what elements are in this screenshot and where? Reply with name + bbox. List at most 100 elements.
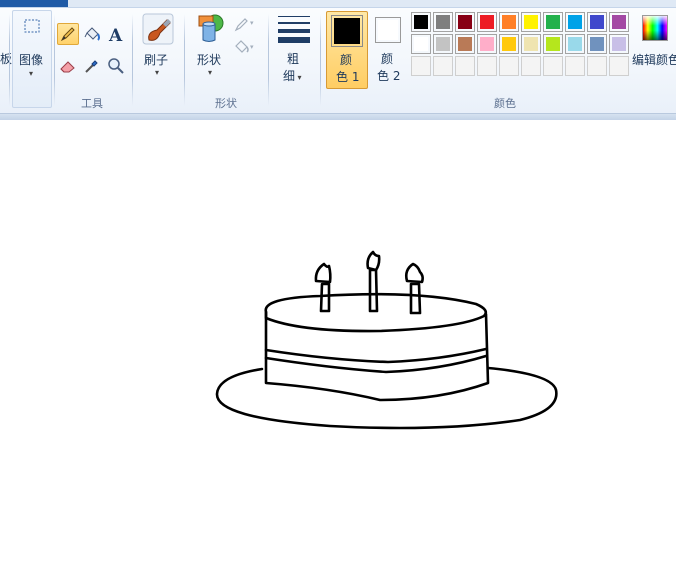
edit-colors-label: 编辑颜色 (632, 53, 676, 67)
palette-swatch[interactable] (433, 12, 453, 32)
shapes-icon (198, 14, 224, 42)
color2-fill (378, 20, 398, 40)
palette-swatch-empty[interactable] (521, 56, 541, 76)
palette-swatch-empty[interactable] (477, 56, 497, 76)
chevron-down-icon: ▾ (29, 69, 34, 78)
palette-swatch[interactable] (543, 12, 563, 32)
canvas-drawing (215, 250, 558, 430)
separator (132, 14, 133, 106)
svg-text:A: A (108, 26, 123, 43)
candle-flame-right (404, 262, 424, 284)
palette-swatch-empty[interactable] (543, 56, 563, 76)
outline-pen-icon: ▾ (234, 18, 254, 32)
select-icon (24, 19, 40, 33)
eraser-icon (60, 61, 75, 73)
line-width-icon (278, 16, 310, 43)
palette-swatch[interactable] (477, 34, 497, 54)
candle-middle (368, 268, 379, 313)
palette-swatch[interactable] (455, 34, 475, 54)
outline-button[interactable]: ▾ (232, 13, 260, 35)
chevron-down-icon: ▾ (155, 68, 160, 77)
brushes-button[interactable]: 刷子 ▾ (137, 10, 179, 90)
palette-swatch[interactable] (609, 12, 629, 32)
separator (54, 14, 55, 106)
color2-button[interactable]: 颜 色 2 (370, 11, 410, 89)
separator (268, 14, 269, 106)
cake-plate (215, 366, 558, 430)
separator (184, 14, 185, 106)
magnifier-tool[interactable] (105, 55, 127, 77)
size-label-line1: 粗 (287, 52, 300, 66)
eraser-tool[interactable] (57, 55, 79, 77)
palette-swatch[interactable] (499, 34, 519, 54)
magnifier-icon (108, 58, 124, 74)
separator (9, 14, 10, 106)
image-button[interactable]: 图像 ▾ (12, 10, 52, 108)
colors-group-label: 颜色 (494, 97, 516, 110)
palette-swatch[interactable] (609, 34, 629, 54)
cake-band-bottom (264, 354, 488, 374)
eyedropper-icon (85, 60, 98, 73)
color2-label-line2: 色 2 (377, 69, 401, 83)
size-label-text: 细 (283, 69, 296, 83)
chevron-down-icon: ▾ (208, 68, 213, 77)
pencil-icon (60, 27, 75, 42)
size-label-line2: 细 ▾ (283, 67, 302, 84)
color1-swatch (331, 15, 363, 47)
palette-swatch[interactable] (587, 12, 607, 32)
palette-swatch-empty[interactable] (433, 56, 453, 76)
candle-flame-middle (366, 250, 381, 272)
chevron-down-icon: ▾ (295, 73, 302, 82)
palette-swatch-empty[interactable] (455, 56, 475, 76)
candle-flame-left (314, 262, 332, 284)
palette-swatch[interactable] (521, 34, 541, 54)
fill-tool[interactable] (81, 23, 103, 45)
palette-swatch[interactable] (477, 12, 497, 32)
size-button[interactable]: 粗 细 ▾ (274, 10, 314, 90)
fill-button[interactable]: ▾ (232, 35, 260, 57)
cake-band-top (264, 347, 488, 364)
palette-swatch-empty[interactable] (609, 56, 629, 76)
shapes-group-label: 形状 (215, 97, 237, 110)
ribbon-tab-strip (0, 0, 676, 8)
color2-label-line1: 颜 (381, 52, 394, 66)
tools-group-label: 工具 (81, 97, 103, 110)
color-picker-tool[interactable] (81, 55, 103, 77)
brush-icon (142, 13, 174, 45)
fill-bucket-icon: ▾ (235, 40, 254, 53)
text-tool[interactable]: A (105, 23, 127, 45)
candle-right (409, 282, 422, 315)
clipboard-label: 板 (0, 52, 13, 66)
palette-swatch-empty[interactable] (499, 56, 519, 76)
drawing-canvas[interactable] (0, 120, 676, 566)
palette-swatch[interactable] (499, 12, 519, 32)
text-icon: A (108, 26, 123, 43)
palette-swatch-empty[interactable] (565, 56, 585, 76)
pencil-tool[interactable] (57, 23, 79, 45)
color1-label-line2: 色 1 (336, 70, 360, 84)
edit-colors-button[interactable]: 编辑颜色 (632, 10, 676, 90)
paint-bucket-icon (84, 27, 100, 41)
palette-swatch[interactable] (455, 12, 475, 32)
separator (320, 14, 321, 106)
candle-left (319, 282, 331, 313)
shapes-button[interactable]: 形状 ▾ (192, 10, 232, 90)
palette-swatch[interactable] (565, 34, 585, 54)
brushes-label: 刷子 (144, 53, 169, 67)
palette-swatch[interactable] (411, 12, 431, 32)
palette-swatch[interactable] (543, 34, 563, 54)
file-tab[interactable] (0, 0, 68, 7)
ribbon: 板 图像 ▾ A 工具 刷子 ▾ 形状 ▾ ▾ ▾ 形状 粗 细 ▾ 颜 色 1… (0, 0, 676, 114)
palette-swatch-empty[interactable] (411, 56, 431, 76)
color1-fill (334, 18, 360, 44)
color-spectrum-icon (642, 15, 668, 41)
palette-swatch[interactable] (521, 12, 541, 32)
palette-swatch[interactable] (565, 12, 585, 32)
color1-label-line1: 颜 (340, 53, 353, 67)
palette-swatch[interactable] (587, 34, 607, 54)
palette-swatch[interactable] (411, 34, 431, 54)
palette-swatch-empty[interactable] (587, 56, 607, 76)
color1-button[interactable]: 颜 色 1 (326, 11, 368, 89)
color2-swatch (375, 17, 401, 43)
palette-swatch[interactable] (433, 34, 453, 54)
